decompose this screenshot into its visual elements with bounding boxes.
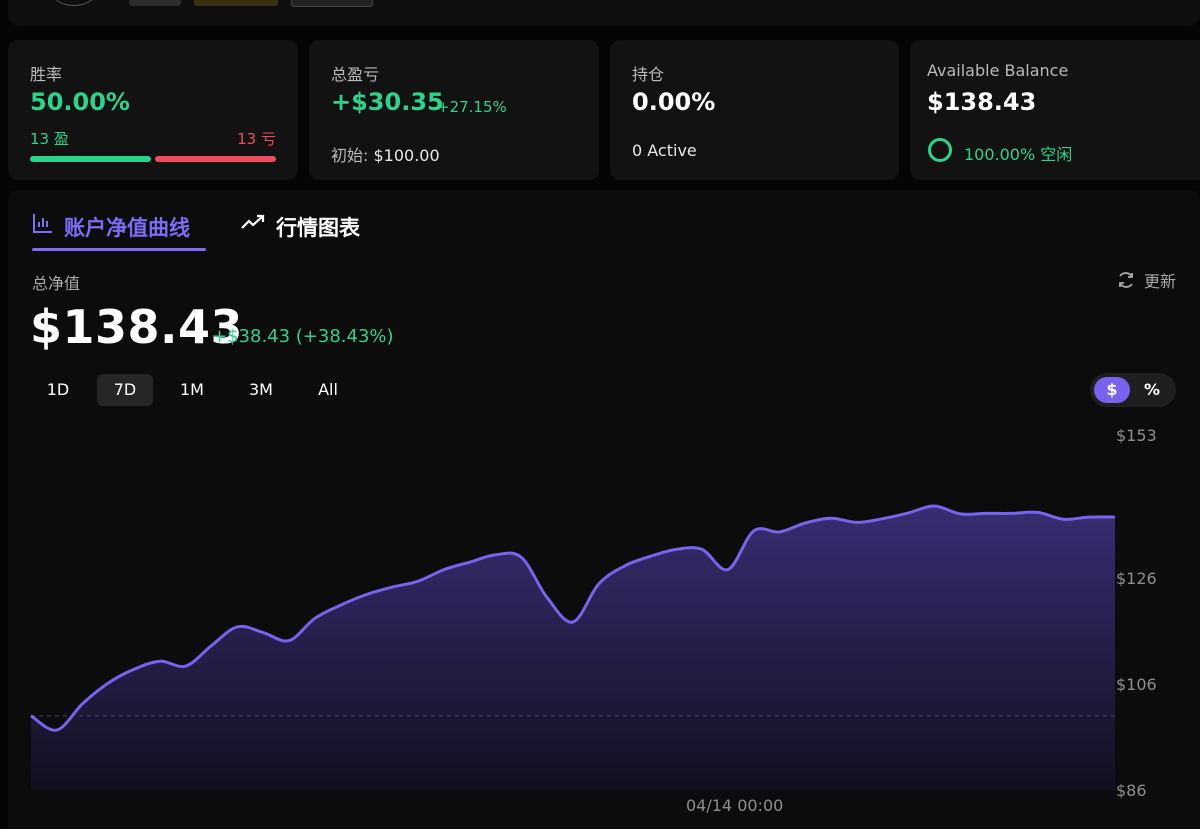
equity-area bbox=[31, 505, 1115, 790]
equity-chart bbox=[30, 504, 1116, 790]
y-tick-label: $106 bbox=[1116, 675, 1157, 694]
x-tick-label: 04/14 00:00 bbox=[686, 796, 784, 815]
y-tick-label: $153 bbox=[1116, 426, 1157, 445]
y-tick-label: $126 bbox=[1116, 569, 1157, 588]
y-tick-label: $86 bbox=[1116, 781, 1147, 800]
